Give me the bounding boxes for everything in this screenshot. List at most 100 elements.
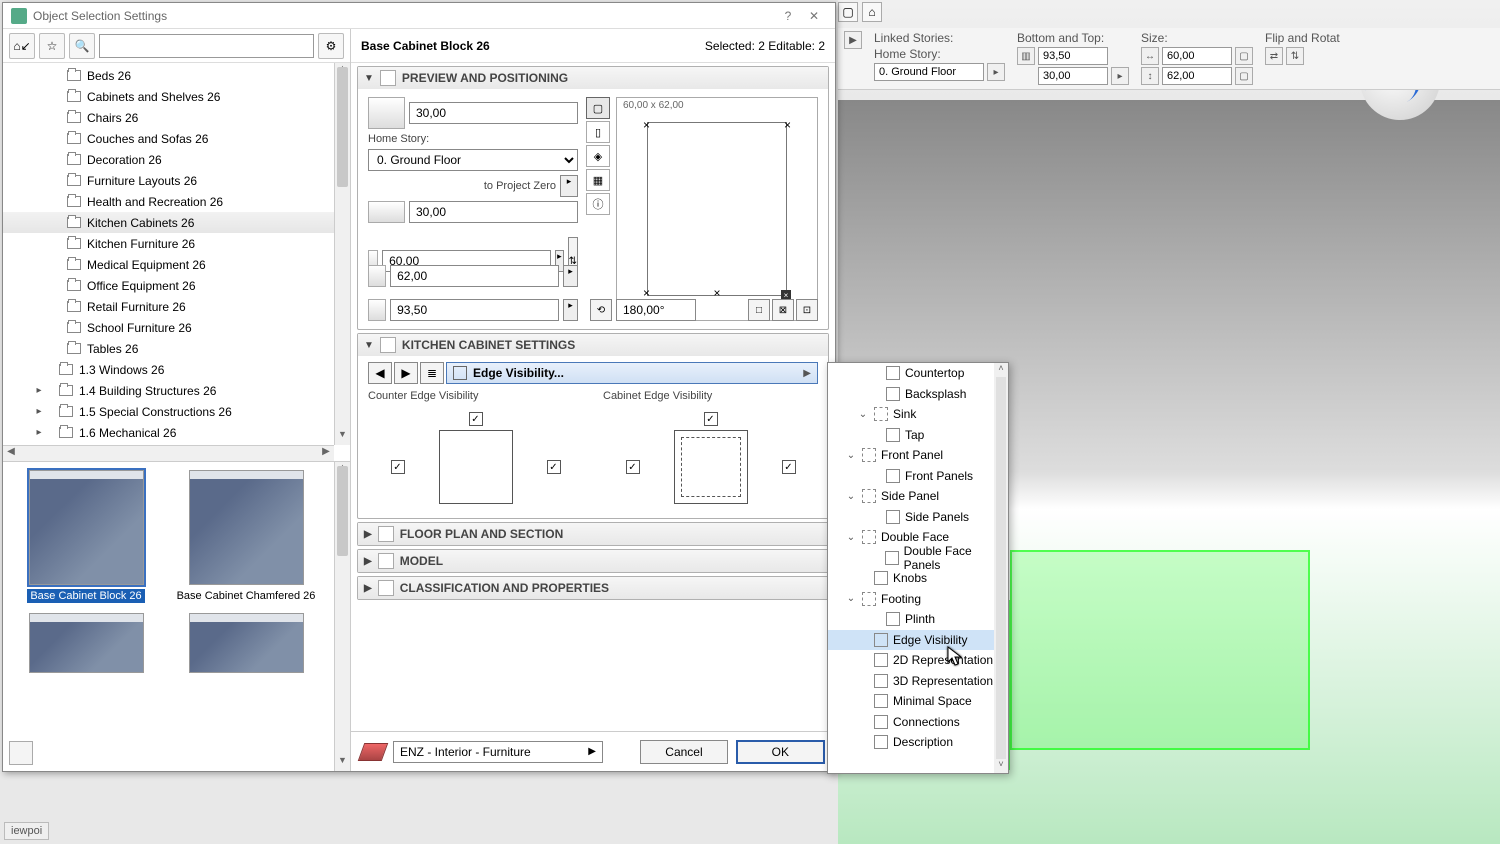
scroll-thumb[interactable]: [337, 466, 348, 556]
object-thumbnail[interactable]: Base Cabinet Chamfered 26: [171, 470, 321, 603]
tree-item[interactable]: Kitchen Cabinets 26: [3, 212, 350, 233]
dim-b-step[interactable]: ▸: [563, 265, 578, 287]
tree-item[interactable]: ▸1.5 Special Constructions 26: [3, 401, 350, 422]
edge-top-check[interactable]: ✓: [469, 412, 483, 426]
tree-item[interactable]: Chairs 26: [3, 107, 350, 128]
popup-item[interactable]: ⌄Sink: [828, 404, 1008, 425]
view-mode-info[interactable]: ⓘ: [586, 193, 610, 215]
tree-item[interactable]: Retail Furniture 26: [3, 296, 350, 317]
height-input[interactable]: [390, 299, 559, 321]
expand-icon[interactable]: ⌄: [845, 593, 857, 604]
elev-step[interactable]: ▸: [1111, 67, 1129, 85]
help-button[interactable]: ?: [775, 9, 801, 23]
layer-select[interactable]: ENZ - Interior - Furniture ▶: [393, 741, 603, 763]
tree-item[interactable]: Couches and Sofas 26: [3, 128, 350, 149]
popup-item[interactable]: Plinth: [828, 609, 1008, 630]
dim-b-input[interactable]: [390, 265, 559, 287]
popup-item[interactable]: Tap: [828, 425, 1008, 446]
flip-v-button[interactable]: ⇅: [1286, 47, 1304, 65]
tree-item[interactable]: School Furniture 26: [3, 317, 350, 338]
tree-item[interactable]: Cabinets and Shelves 26: [3, 86, 350, 107]
search-input[interactable]: [99, 34, 314, 58]
flip-h-button[interactable]: ⇄: [1265, 47, 1283, 65]
tree-item[interactable]: Health and Recreation 26: [3, 191, 350, 212]
scroll-thumb[interactable]: [996, 377, 1006, 759]
settings-path-dropdown[interactable]: Edge Visibility... ▶: [446, 362, 818, 384]
popup-item[interactable]: Double Face Panels: [828, 548, 1008, 569]
scroll-down-icon[interactable]: ˅: [994, 759, 1008, 773]
view-mode-3d[interactable]: ◈: [586, 145, 610, 167]
scroll-left-icon[interactable]: ◀: [3, 446, 19, 461]
tree-item[interactable]: Decoration 26: [3, 149, 350, 170]
expand-icon[interactable]: ⌄: [857, 409, 869, 420]
popup-item[interactable]: ⌄Side Panel: [828, 486, 1008, 507]
height-step[interactable]: ▸: [563, 299, 578, 321]
favorite-button[interactable]: ☆: [39, 33, 65, 59]
tool-icon[interactable]: ⌂: [862, 2, 882, 22]
scroll-down-icon[interactable]: ▼: [335, 755, 350, 771]
edge-right-check[interactable]: ✓: [547, 460, 561, 474]
top-offset-input[interactable]: [409, 102, 578, 124]
search-button[interactable]: 🔍: [69, 33, 95, 59]
tree-item[interactable]: ▸1.6 Mechanical 26: [3, 422, 350, 443]
kitchen-panel-header[interactable]: ▼ KITCHEN CABINET SETTINGS: [358, 334, 828, 356]
scroll-thumb[interactable]: [337, 67, 348, 187]
edge-right-check[interactable]: ✓: [782, 460, 796, 474]
floorplan-panel-header[interactable]: ▶ FLOOR PLAN AND SECTION: [358, 523, 828, 545]
tree-item[interactable]: 1.3 Windows 26: [3, 359, 350, 380]
expand-icon[interactable]: ▸: [33, 385, 45, 397]
popup-item[interactable]: Minimal Space: [828, 691, 1008, 712]
dialog-titlebar[interactable]: Object Selection Settings ? ✕: [3, 3, 835, 29]
size-b-input[interactable]: [1162, 67, 1232, 85]
pz-offset-input[interactable]: [409, 201, 578, 223]
object-thumbnail[interactable]: [171, 613, 321, 673]
popup-scrollbar[interactable]: ˄ ˅: [994, 363, 1008, 773]
popup-item[interactable]: Backsplash: [828, 384, 1008, 405]
scroll-down-icon[interactable]: ▼: [335, 429, 350, 445]
ok-button[interactable]: OK: [736, 740, 825, 764]
nav-list-button[interactable]: ≣: [420, 362, 444, 384]
popup-item[interactable]: Countertop: [828, 363, 1008, 384]
home-button[interactable]: ⌂↙: [9, 33, 35, 59]
mirror-h-button[interactable]: ⊠: [772, 299, 794, 321]
scroll-up-icon[interactable]: ˄: [994, 363, 1008, 377]
tree-scrollbar[interactable]: ▲ ▼: [334, 63, 350, 445]
expand-icon[interactable]: ▸: [33, 427, 45, 439]
object-thumbnail[interactable]: [11, 613, 161, 673]
popup-item[interactable]: Side Panels: [828, 507, 1008, 528]
tree-item[interactable]: Office Equipment 26: [3, 275, 350, 296]
tree-item[interactable]: Tables 26: [3, 338, 350, 359]
dock-button[interactable]: [9, 741, 33, 765]
expand-icon[interactable]: ⌄: [845, 450, 857, 461]
view-mode-front[interactable]: ▯: [586, 121, 610, 143]
expand-icon[interactable]: ⌄: [845, 491, 857, 502]
popup-item[interactable]: Connections: [828, 712, 1008, 733]
tree-hscrollbar[interactable]: ◀ ▶: [3, 445, 334, 461]
popup-item[interactable]: 3D Representation: [828, 671, 1008, 692]
scroll-right-icon[interactable]: ▶: [318, 446, 334, 461]
tree-item[interactable]: Furniture Layouts 26: [3, 170, 350, 191]
model-panel-header[interactable]: ▶ MODEL: [358, 550, 828, 572]
mirror-v-button[interactable]: ⊡: [796, 299, 818, 321]
expand-icon[interactable]: ▸: [33, 406, 45, 418]
edge-left-check[interactable]: ✓: [391, 460, 405, 474]
lock-button[interactable]: ▢: [1235, 47, 1253, 65]
mirror-none-button[interactable]: □: [748, 299, 770, 321]
edge-top-check[interactable]: ✓: [704, 412, 718, 426]
popup-item[interactable]: ⌄Footing: [828, 589, 1008, 610]
pz-step[interactable]: ▸: [560, 175, 578, 197]
view-mode-plan[interactable]: ▢: [586, 97, 610, 119]
popup-item[interactable]: Edge Visibility: [828, 630, 1008, 651]
view-mode-shaded[interactable]: ▦: [586, 169, 610, 191]
popup-item[interactable]: 2D Representation: [828, 650, 1008, 671]
popup-item[interactable]: ⌄Front Panel: [828, 445, 1008, 466]
object-thumbnail[interactable]: Base Cabinet Block 26: [11, 470, 161, 603]
story-step-button[interactable]: ▸: [987, 63, 1005, 81]
tree-item[interactable]: Medical Equipment 26: [3, 254, 350, 275]
tree-item[interactable]: Beds 26: [3, 65, 350, 86]
home-story-select[interactable]: 0. Ground Floor: [368, 149, 578, 171]
preview-panel-header[interactable]: ▼ PREVIEW AND POSITIONING: [358, 67, 828, 89]
close-button[interactable]: ✕: [801, 9, 827, 23]
info-arrow-button[interactable]: ▶: [844, 31, 862, 49]
size-a-input[interactable]: [1162, 47, 1232, 65]
